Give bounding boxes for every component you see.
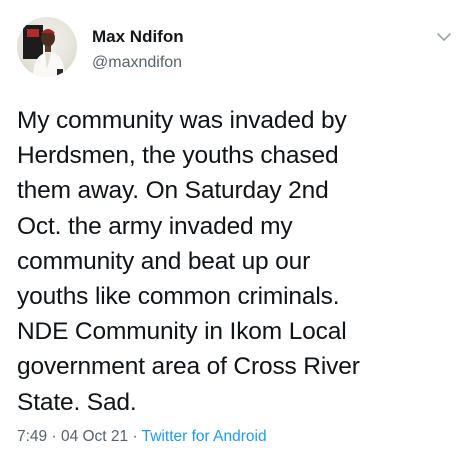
tweet-text-line: Herdsmen, the youths chased <box>17 142 339 170</box>
tweet-text-line: community and beat up our <box>17 247 311 275</box>
tweet-source-link[interactable]: Twitter for Android <box>142 428 267 445</box>
meta-separator: · <box>47 428 61 445</box>
tweet-time[interactable]: 7:49 <box>17 428 47 445</box>
author-handle[interactable]: @maxndifon <box>92 54 182 72</box>
tweet-text-line: them away. On Saturday 2nd <box>17 177 329 205</box>
tweet-date[interactable]: 04 Oct 21 <box>61 428 128 445</box>
tweet-text-line: Oct. the army invaded my <box>17 212 293 240</box>
avatar-photo-icon <box>23 25 65 77</box>
tweet-text-line: NDE Community in Ikom Local <box>17 318 347 346</box>
tweet-meta: 7:49 · 04 Oct 21 · Twitter for Android <box>17 428 267 446</box>
avatar[interactable] <box>17 17 77 77</box>
tweet-text: My community was invaded by Herdsmen, th… <box>17 103 449 420</box>
tweet-text-line: State. Sad. <box>17 388 137 416</box>
meta-separator: · <box>128 428 142 445</box>
tweet-text-line: My community was invaded by <box>17 107 347 134</box>
tweet-card: Max Ndifon @maxndifon My community was i… <box>0 0 458 457</box>
tweet-text-line: youths like common criminals. <box>17 283 340 311</box>
author-name[interactable]: Max Ndifon <box>92 27 184 47</box>
chevron-down-icon[interactable] <box>436 30 452 44</box>
tweet-text-line: government area of Cross River <box>17 353 360 381</box>
